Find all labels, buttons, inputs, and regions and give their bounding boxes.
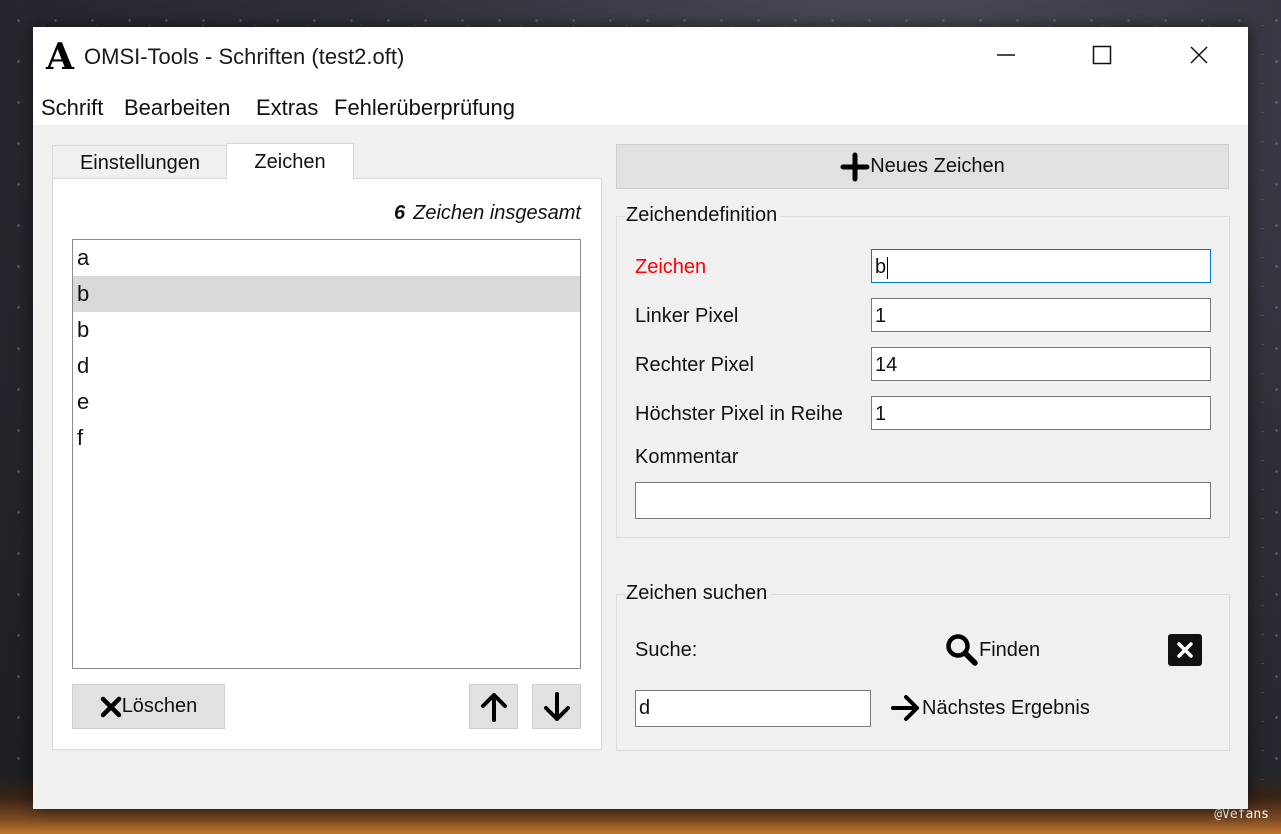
app-window: A OMSI-Tools - Schriften (test2.oft) Sch… [33,27,1248,809]
char-input-value: b [875,256,887,278]
search-icon [946,634,978,666]
menu-bar: Schrift Bearbeiten Extras Fehlerüberprüf… [33,87,1248,125]
watermark: @Vefans [1214,807,1269,822]
right-pixel-input[interactable]: 14 [871,347,1211,381]
search-input[interactable]: d [635,690,871,727]
close-button[interactable] [1164,27,1234,83]
search-label: Suche: [635,639,698,661]
list-item[interactable]: a [73,240,580,276]
char-input[interactable]: b [871,249,1211,283]
definition-group-title: Zeichendefinition [626,204,782,227]
char-count-label: 6 Zeichen insgesamt [394,202,581,225]
arrow-down-icon [543,691,570,721]
plus-icon [840,152,870,181]
list-item[interactable]: f [73,420,580,456]
clear-search-button[interactable] [1168,634,1202,666]
char-count-suffix: Zeichen insgesamt [413,202,581,224]
maximize-button[interactable] [1067,27,1137,83]
char-list[interactable]: abbdef [72,239,581,669]
move-down-button[interactable] [532,684,581,729]
next-result-button[interactable]: Nächstes Ergebnis [890,694,1090,722]
menu-schrift[interactable]: Schrift [41,95,103,121]
list-item[interactable]: e [73,384,580,420]
list-item[interactable]: b [73,312,580,348]
comment-label: Kommentar [635,446,739,468]
list-item[interactable]: d [73,348,580,384]
delete-button[interactable]: Löschen [72,684,225,729]
delete-x-icon [100,696,121,717]
menu-bearbeiten[interactable]: Bearbeiten [124,95,230,121]
delete-label: Löschen [121,695,198,717]
move-up-button[interactable] [469,684,518,729]
maximize-icon [1092,45,1112,65]
left-pixel-label: Linker Pixel [635,305,739,327]
top-pixel-input[interactable]: 1 [871,396,1211,430]
close-icon [1190,46,1208,64]
new-char-button[interactable]: Neues Zeichen [616,144,1229,189]
search-group-title: Zeichen suchen [626,582,772,605]
menu-fehlerueberpruefung[interactable]: Fehlerüberprüfung [334,95,515,121]
tab-einstellungen[interactable]: Einstellungen [52,145,228,180]
top-pixel-label: Höchster Pixel in Reihe [635,403,843,425]
minimize-icon [997,54,1015,56]
find-label: Finden [979,638,1041,661]
search-group [616,594,1230,751]
tab-zeichen[interactable]: Zeichen [226,143,354,180]
text-caret [887,256,889,279]
new-char-label: Neues Zeichen [870,155,1005,177]
list-item[interactable]: b [73,276,580,312]
left-pixel-input[interactable]: 1 [871,298,1211,332]
comment-input[interactable] [635,482,1211,519]
find-button[interactable]: Finden [945,633,1040,667]
window-title: OMSI-Tools - Schriften (test2.oft) [84,44,405,69]
minimize-button[interactable] [971,27,1041,83]
next-result-label: Nächstes Ergebnis [922,696,1090,719]
right-pixel-label: Rechter Pixel [635,354,754,376]
app-logo-icon: A [46,36,74,78]
title-bar: A OMSI-Tools - Schriften (test2.oft) [33,27,1248,87]
menu-extras[interactable]: Extras [256,95,318,121]
arrow-right-icon [891,695,919,721]
char-field-label: Zeichen [635,256,707,278]
arrow-up-icon [480,692,507,722]
zeichen-tab-panel: 6 Zeichen insgesamt abbdef Löschen [52,178,602,750]
clear-x-icon [1177,642,1193,658]
char-count-value: 6 [394,202,406,224]
